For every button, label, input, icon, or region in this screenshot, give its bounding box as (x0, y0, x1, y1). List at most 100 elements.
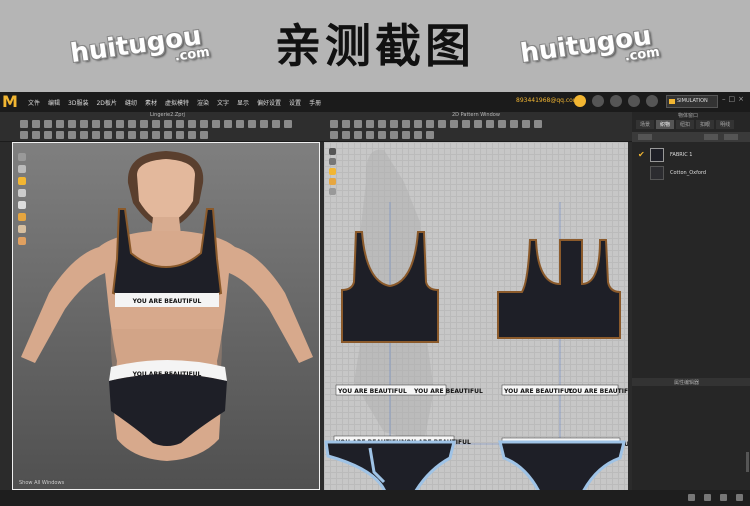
button-icon[interactable] (92, 120, 100, 128)
grid-icon[interactable] (56, 131, 64, 139)
tab-2d-window[interactable]: 2D Pattern Window (452, 112, 500, 118)
trace-icon[interactable] (414, 120, 422, 128)
internal-line-icon[interactable] (390, 120, 398, 128)
camera-icon[interactable] (32, 131, 40, 139)
brief-front-piece[interactable] (324, 440, 456, 490)
menu-settings[interactable]: 设置 (289, 98, 301, 107)
symmetry-icon[interactable] (152, 131, 160, 139)
menu-materials[interactable]: 素材 (145, 98, 157, 107)
piping-icon[interactable] (534, 120, 542, 128)
viewport-3d[interactable]: YOU ARE BEAUTIFUL YOU ARE BEAUTIFUL Show… (12, 142, 320, 490)
viewport-2d[interactable]: YOU ARE BEAUTIFUL YOU ARE BEAUTIFUL YOU … (324, 142, 628, 490)
solidify-icon[interactable] (176, 131, 184, 139)
arrange-icon[interactable] (236, 120, 244, 128)
wand-icon[interactable] (188, 120, 196, 128)
simulate-icon[interactable] (56, 120, 64, 128)
menu-manual[interactable]: 手册 (309, 98, 321, 107)
avatar-icon[interactable] (128, 120, 136, 128)
menu-text[interactable]: 文字 (217, 98, 229, 107)
tab-buttonhole[interactable]: 扣眼 (696, 120, 715, 129)
elastic-icon[interactable] (426, 131, 434, 139)
check-sew-icon[interactable] (414, 131, 422, 139)
hide-icon[interactable] (272, 120, 280, 128)
delete-fabric-button[interactable] (724, 134, 738, 140)
tab-topstitch[interactable]: 明线 (716, 120, 735, 129)
menu-preferences[interactable]: 偏好设置 (257, 98, 281, 107)
layer2-icon[interactable] (128, 131, 136, 139)
mesh-icon[interactable] (188, 131, 196, 139)
menu-edit[interactable]: 编辑 (48, 98, 60, 107)
hanger-icon[interactable] (646, 95, 658, 107)
menu-display[interactable]: 显示 (237, 98, 249, 107)
topstitch-icon[interactable] (510, 120, 518, 128)
menu-avatar[interactable]: 虚拟模特 (165, 98, 189, 107)
view-icon[interactable] (20, 131, 28, 139)
rectangle-icon[interactable] (366, 120, 374, 128)
fold-icon[interactable] (68, 120, 76, 128)
notch-icon[interactable] (474, 120, 482, 128)
polygon-icon[interactable] (354, 120, 362, 128)
tab-button[interactable]: 纽扣 (676, 120, 695, 129)
cloth-icon[interactable] (224, 120, 232, 128)
segment-sew-icon[interactable] (426, 120, 434, 128)
graphic2-icon[interactable] (498, 120, 506, 128)
move-icon[interactable] (32, 120, 40, 128)
wire-icon[interactable] (68, 131, 76, 139)
offset-icon[interactable] (366, 131, 374, 139)
menu-sewing[interactable]: 缝纫 (125, 98, 137, 107)
free-sew-icon[interactable] (438, 120, 446, 128)
layout-icon[interactable] (704, 494, 711, 501)
edit-point-icon[interactable] (342, 120, 350, 128)
fabric-item-1[interactable]: ✔ FABRIC 1 (638, 148, 746, 164)
menu-file[interactable]: 文件 (28, 98, 40, 107)
screenshot-icon[interactable] (720, 494, 727, 501)
app-logo[interactable]: M (0, 92, 20, 112)
transform-icon[interactable] (330, 120, 338, 128)
cloud-icon[interactable] (574, 95, 586, 107)
add-fabric-button[interactable] (638, 134, 652, 140)
settings-icon[interactable] (736, 494, 743, 501)
tape-icon[interactable] (116, 120, 124, 128)
baseline-icon[interactable] (402, 131, 410, 139)
brush-icon[interactable] (152, 120, 160, 128)
pin-icon[interactable] (44, 120, 52, 128)
circle-icon[interactable] (378, 120, 386, 128)
pressure-icon[interactable] (116, 131, 124, 139)
panel-scrollbar[interactable] (746, 452, 749, 472)
help-icon[interactable] (628, 95, 640, 107)
dart-icon[interactable] (402, 120, 410, 128)
fullscreen-icon[interactable] (688, 494, 695, 501)
speaker-icon[interactable] (610, 95, 622, 107)
select-icon[interactable] (20, 120, 28, 128)
strain-icon[interactable] (104, 131, 112, 139)
curve-point-icon[interactable] (342, 131, 350, 139)
tab-scene[interactable]: 场景 (636, 120, 655, 129)
tab-3d-window[interactable]: Lingerie2.Zprj (150, 112, 185, 118)
show-icon[interactable] (284, 120, 292, 128)
layer-icon[interactable] (248, 120, 256, 128)
menu-3d-garment[interactable]: 3D服装 (68, 98, 88, 107)
pen-icon[interactable] (164, 120, 172, 128)
gathering-icon[interactable] (462, 120, 470, 128)
seam-allowance-icon[interactable] (378, 131, 386, 139)
measure-icon[interactable] (80, 120, 88, 128)
puckering-icon[interactable] (522, 120, 530, 128)
monitor-icon[interactable] (592, 95, 604, 107)
fit-icon[interactable] (92, 131, 100, 139)
window-controls[interactable]: –□× (722, 95, 747, 103)
simulation-mode-select[interactable]: SIMULATION (666, 95, 718, 108)
account-email[interactable]: 893441968@qq.com (516, 97, 579, 104)
bra-back-piece[interactable] (497, 239, 621, 339)
graphic-icon[interactable] (200, 120, 208, 128)
grainline-icon[interactable] (390, 131, 398, 139)
texture-icon[interactable] (140, 120, 148, 128)
brief-back-piece[interactable] (498, 440, 626, 490)
add-point-icon[interactable] (330, 131, 338, 139)
menu-render[interactable]: 渲染 (197, 98, 209, 107)
edit-curve-icon[interactable] (354, 131, 362, 139)
trim-icon[interactable] (212, 120, 220, 128)
scissors-icon[interactable] (176, 120, 184, 128)
zipper-icon[interactable] (104, 120, 112, 128)
stress-icon[interactable] (80, 131, 88, 139)
light-icon[interactable] (44, 131, 52, 139)
